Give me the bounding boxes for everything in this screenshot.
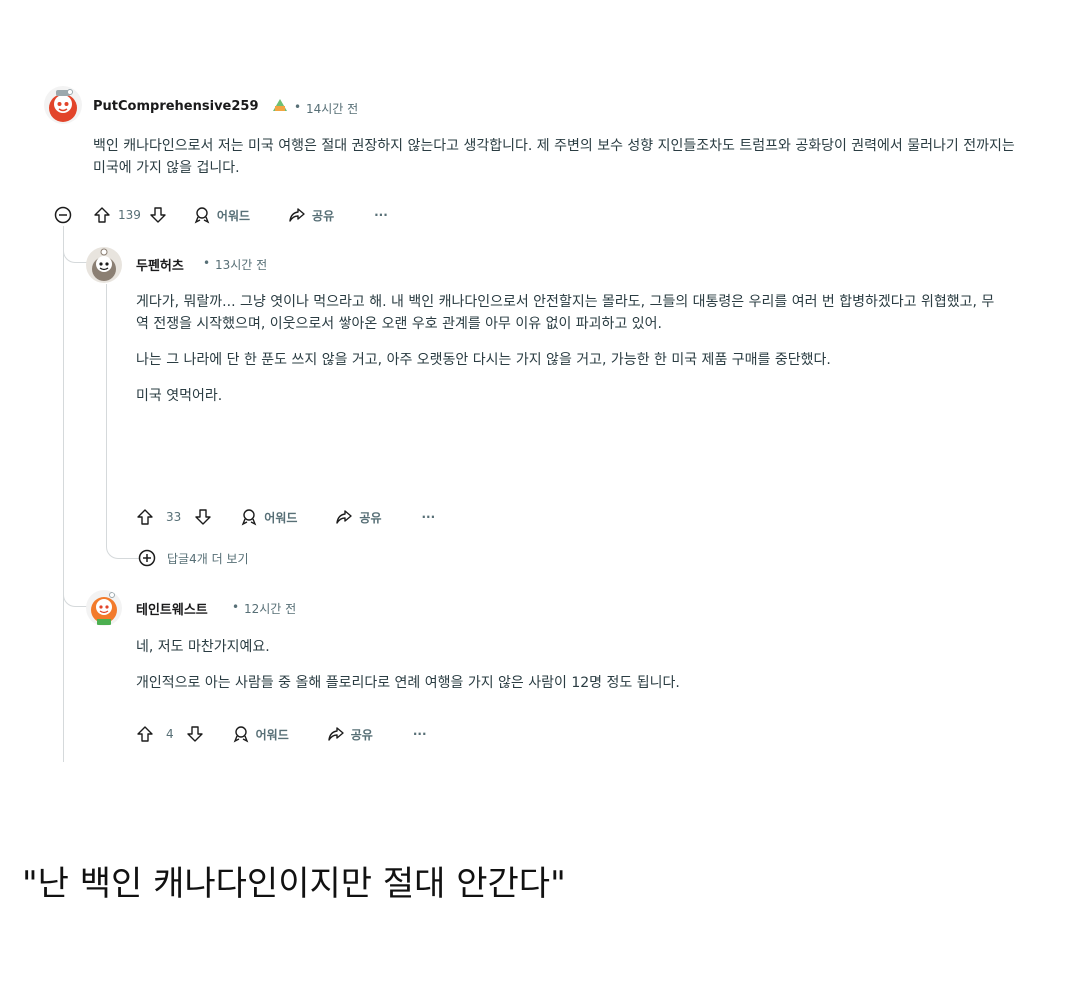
comment-paragraph: 미국 엿먹어라. — [136, 388, 223, 404]
share-button[interactable]: 공유 — [288, 206, 334, 224]
thread-line[interactable] — [63, 226, 64, 762]
avatar[interactable] — [86, 247, 122, 283]
share-label: 공유 — [359, 510, 382, 525]
comment-body: 게다가, 뭐랄까... 그냥 엿이나 먹으라고 해. 내 백인 캐나다인으로서 … — [136, 291, 998, 407]
comment-body: 백인 캐나다인으로서 저는 미국 여행은 절대 권장하지 않는다고 생각합니다.… — [93, 135, 1018, 179]
comment-actions: 139 어워드 공유 ··· — [54, 204, 388, 226]
downvote-arrow-icon — [195, 509, 211, 525]
award-label: 어워드 — [255, 727, 289, 742]
upvote-button[interactable] — [136, 508, 154, 526]
downvote-button[interactable] — [194, 508, 212, 526]
vote-count: 4 — [166, 727, 174, 741]
username[interactable]: PutComprehensive259 — [93, 99, 259, 114]
comment-paragraph: 나는 그 나라에 단 한 푼도 쓰지 않을 거고, 아주 오랫동안 다시는 가지… — [136, 352, 831, 368]
comment-paragraph: 게다가, 뭐랄까... 그냥 엿이나 먹으라고 해. 내 백인 캐나다인으로서 … — [136, 294, 995, 332]
upvote-arrow-icon — [94, 207, 110, 223]
separator-dot: • — [232, 600, 240, 614]
thread-connector — [63, 568, 88, 607]
collapse-minus-icon — [54, 206, 72, 224]
comment-body: 네, 저도 마찬가지예요. 개인적으로 아는 사람들 중 올해 플로리다로 연례… — [136, 636, 998, 694]
avatar[interactable] — [44, 86, 82, 124]
timestamp[interactable]: 14시간 전 — [306, 100, 358, 117]
award-icon — [233, 726, 248, 743]
vote-count: 139 — [118, 208, 141, 222]
downvote-button[interactable] — [149, 206, 167, 224]
comment-paragraph: 개인적으로 아는 사람들 중 올해 플로리다로 연례 여행을 가지 않은 사람이… — [136, 675, 680, 691]
upvote-button[interactable] — [93, 206, 111, 224]
achievement-badge-icon — [271, 97, 289, 113]
more-replies-label: 답글4개 더 보기 — [167, 551, 249, 566]
username[interactable]: 두펜허츠 — [136, 255, 184, 274]
thread-connector — [63, 226, 88, 263]
separator-dot: • — [203, 256, 211, 270]
more-options-button[interactable]: ··· — [374, 208, 388, 222]
award-label: 어워드 — [264, 510, 298, 525]
more-options-button[interactable]: ··· — [422, 510, 436, 524]
username[interactable]: 테인트웨스트 — [136, 599, 208, 618]
award-button[interactable]: 어워드 — [240, 508, 297, 526]
downvote-arrow-icon — [186, 726, 203, 742]
upvote-arrow-icon — [137, 509, 153, 525]
upvote-arrow-icon — [137, 726, 153, 742]
more-replies-button[interactable]: 답글4개 더 보기 — [138, 547, 249, 569]
comment-actions: 33 어워드 공유 ··· — [136, 506, 435, 528]
expand-plus-icon — [138, 549, 156, 567]
timestamp[interactable]: 13시간 전 — [215, 256, 267, 273]
share-arrow-icon — [328, 727, 344, 741]
share-label: 공유 — [312, 208, 335, 223]
share-arrow-icon — [289, 208, 305, 222]
more-options-button[interactable]: ··· — [413, 727, 427, 741]
separator-dot: • — [294, 100, 302, 114]
comment-paragraph: 네, 저도 마찬가지예요. — [136, 639, 270, 655]
award-icon — [194, 207, 210, 224]
award-label: 어워드 — [216, 208, 251, 223]
downvote-button[interactable] — [186, 725, 204, 743]
upvote-button[interactable] — [136, 725, 154, 743]
share-arrow-icon — [336, 510, 353, 524]
timestamp[interactable]: 12시간 전 — [244, 600, 296, 617]
award-button[interactable]: 어워드 — [193, 206, 250, 224]
share-button[interactable]: 공유 — [327, 725, 373, 743]
comment-actions: 4 어워드 공유 ··· — [136, 723, 427, 745]
share-label: 공유 — [350, 727, 373, 742]
caption: "난 백인 캐나다인이지만 절대 안간다" — [22, 864, 566, 904]
thread-connector — [106, 520, 139, 559]
award-button[interactable]: 어워드 — [232, 725, 289, 743]
downvote-arrow-icon — [150, 207, 166, 223]
thread-line[interactable] — [106, 284, 107, 540]
share-button[interactable]: 공유 — [335, 508, 382, 526]
vote-count: 33 — [166, 510, 182, 524]
award-icon — [241, 509, 257, 526]
avatar[interactable] — [86, 590, 122, 626]
collapse-thread-button[interactable] — [54, 206, 72, 224]
comment-paragraph: 백인 캐나다인으로서 저는 미국 여행은 절대 권장하지 않는다고 생각합니다.… — [93, 138, 1015, 176]
